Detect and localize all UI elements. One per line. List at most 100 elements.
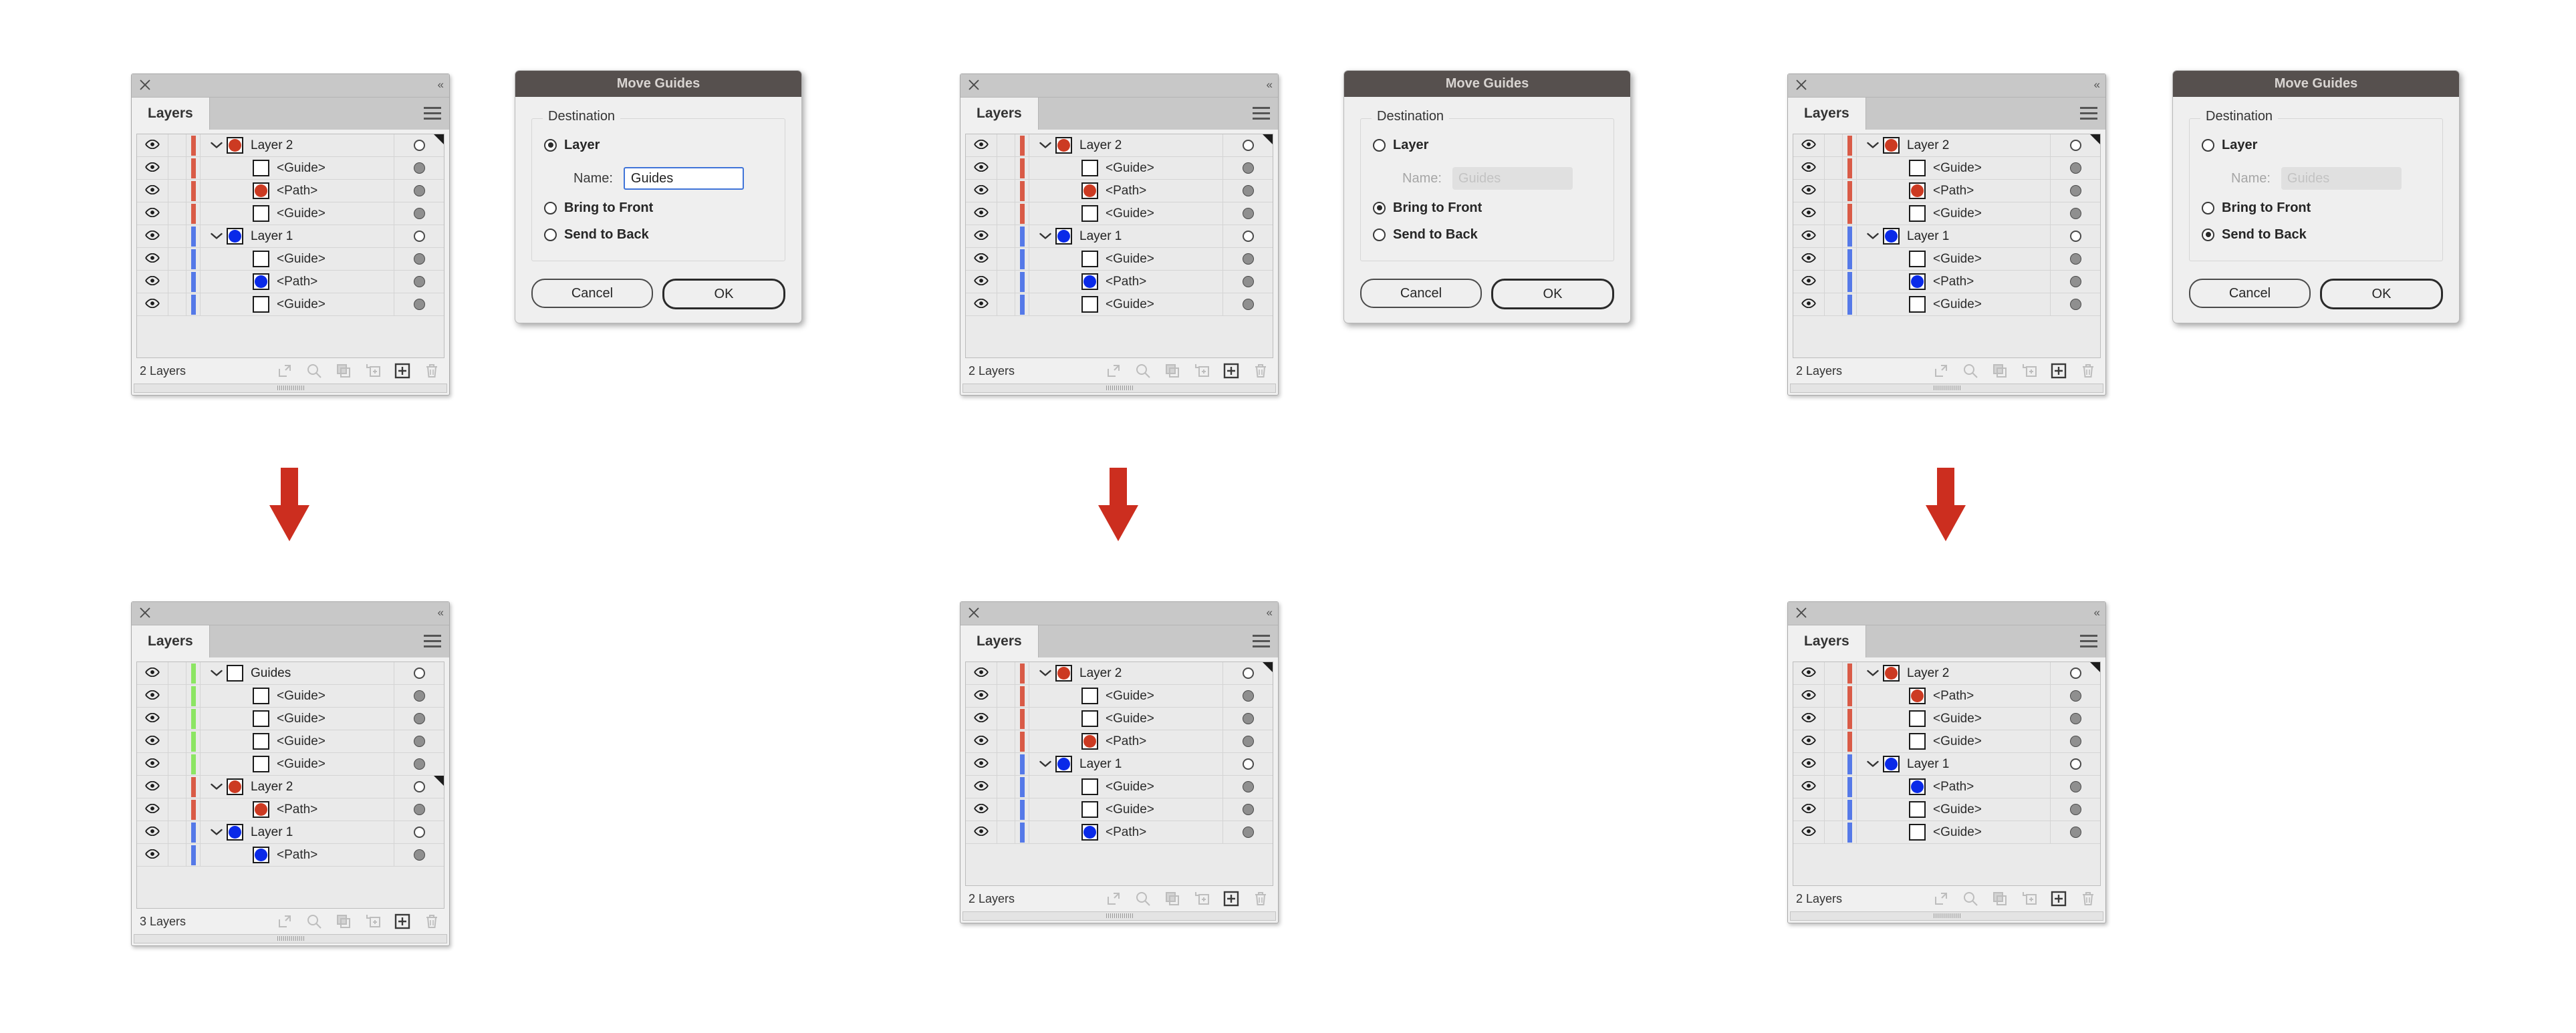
chevron-down-icon[interactable] (1035, 760, 1055, 768)
visibility-toggle-cell[interactable] (1793, 134, 1825, 156)
lock-toggle-cell[interactable] (168, 708, 186, 730)
target-circle-filled-icon[interactable] (2069, 690, 2081, 702)
lock-toggle-cell[interactable] (997, 180, 1015, 202)
chevron-down-icon[interactable] (1863, 670, 1883, 677)
row-body[interactable]: Layer 1 (1857, 753, 2050, 775)
scrollbar-grip[interactable] (1106, 913, 1133, 918)
layer-thumbnail[interactable] (1909, 273, 1926, 290)
collapse-panel-icon[interactable]: « (2094, 79, 2101, 91)
row-body[interactable]: <Guide> (1857, 708, 2050, 730)
target-circle-filled-icon[interactable] (2069, 736, 2081, 747)
radio-row[interactable]: Bring to Front (2202, 196, 2430, 219)
table-row[interactable]: <Guide> (966, 798, 1273, 821)
target-circle-hollow-icon[interactable] (1242, 231, 1254, 242)
layer-thumbnail[interactable] (227, 824, 243, 841)
row-body[interactable]: <Guide> (201, 685, 394, 707)
ok-button[interactable]: OK (2320, 279, 2443, 309)
layer-thumbnail[interactable] (227, 665, 243, 682)
target-circle-hollow-icon[interactable] (2069, 758, 2081, 770)
panel-menu-icon[interactable] (424, 635, 441, 648)
layer-thumbnail[interactable] (253, 182, 269, 199)
lock-toggle-cell[interactable] (997, 662, 1015, 684)
horizontal-scrollbar[interactable] (134, 384, 447, 393)
destination-send-to-back-radio[interactable] (1373, 228, 1386, 241)
table-row[interactable]: <Guide> (1793, 248, 2100, 271)
row-body[interactable]: <Path> (1857, 776, 2050, 798)
create-new-sublayer-icon[interactable] (365, 913, 381, 929)
locate-object-icon[interactable] (1962, 363, 1978, 379)
visibility-toggle-cell[interactable] (966, 180, 997, 202)
visibility-toggle-cell[interactable] (137, 225, 168, 247)
target-indicator-cell[interactable] (1222, 293, 1273, 315)
lock-toggle-cell[interactable] (997, 730, 1015, 752)
make-clipping-mask-icon[interactable] (1992, 891, 2008, 907)
row-body[interactable]: <Path> (1857, 271, 2050, 293)
target-indicator-cell[interactable] (1222, 798, 1273, 821)
create-new-layer-icon[interactable] (2051, 891, 2067, 907)
target-circle-filled-icon[interactable] (1242, 781, 1254, 792)
lock-toggle-cell[interactable] (1825, 730, 1843, 752)
make-clipping-mask-icon[interactable] (1992, 363, 2008, 379)
target-circle-hollow-icon[interactable] (413, 140, 425, 151)
lock-toggle-cell[interactable] (168, 157, 186, 179)
row-body[interactable]: <Path> (201, 798, 394, 821)
layer-thumbnail[interactable] (1909, 778, 1926, 795)
create-new-sublayer-icon[interactable] (1194, 891, 1210, 907)
delete-selection-icon[interactable] (1253, 363, 1269, 379)
row-body[interactable]: <Guide> (201, 157, 394, 179)
tab-layers[interactable]: Layers (960, 98, 1039, 130)
layer-thumbnail[interactable] (1883, 137, 1900, 154)
layer-thumbnail[interactable] (253, 688, 269, 704)
table-row[interactable]: <Path> (1793, 776, 2100, 798)
target-indicator-cell[interactable] (394, 202, 444, 225)
destination-layer-radio[interactable] (1373, 138, 1386, 152)
layer-thumbnail[interactable] (1909, 710, 1926, 727)
layer-thumbnail[interactable] (1081, 273, 1098, 290)
visibility-toggle-cell[interactable] (137, 180, 168, 202)
visibility-toggle-cell[interactable] (137, 844, 168, 866)
close-icon[interactable] (138, 78, 152, 92)
tab-layers[interactable]: Layers (1788, 98, 1866, 130)
table-row[interactable]: Layer 2 (966, 662, 1273, 685)
table-row[interactable]: <Guide> (966, 202, 1273, 225)
row-body[interactable]: <Guide> (201, 248, 394, 270)
close-icon[interactable] (967, 606, 981, 619)
target-circle-filled-icon[interactable] (2069, 781, 2081, 792)
row-body[interactable]: <Path> (1029, 730, 1222, 752)
lock-toggle-cell[interactable] (1825, 798, 1843, 821)
delete-selection-icon[interactable] (424, 363, 440, 379)
lock-toggle-cell[interactable] (1825, 821, 1843, 843)
cancel-button[interactable]: Cancel (1360, 279, 1482, 308)
row-body[interactable]: Layer 2 (1029, 134, 1222, 156)
table-row[interactable]: <Guide> (966, 293, 1273, 316)
lock-toggle-cell[interactable] (168, 753, 186, 775)
layer-thumbnail[interactable] (253, 710, 269, 727)
row-body[interactable]: <Guide> (201, 202, 394, 225)
target-indicator-cell[interactable] (2050, 662, 2100, 684)
layer-thumbnail[interactable] (1909, 824, 1926, 841)
destination-bring-to-front-radio[interactable] (1373, 201, 1386, 214)
target-indicator-cell[interactable] (2050, 685, 2100, 707)
row-body[interactable]: <Guide> (1029, 157, 1222, 179)
visibility-toggle-cell[interactable] (137, 753, 168, 775)
row-body[interactable]: <Guide> (1029, 776, 1222, 798)
visibility-toggle-cell[interactable] (966, 248, 997, 270)
layer-thumbnail[interactable] (1909, 296, 1926, 313)
lock-toggle-cell[interactable] (1825, 248, 1843, 270)
visibility-toggle-cell[interactable] (966, 202, 997, 225)
target-indicator-cell[interactable] (1222, 134, 1273, 156)
lock-toggle-cell[interactable] (1825, 753, 1843, 775)
target-circle-filled-icon[interactable] (2069, 827, 2081, 838)
chevron-down-icon[interactable] (1035, 233, 1055, 240)
row-body[interactable]: <Guide> (201, 753, 394, 775)
target-indicator-cell[interactable] (2050, 821, 2100, 843)
visibility-toggle-cell[interactable] (966, 662, 997, 684)
target-indicator-cell[interactable] (1222, 225, 1273, 247)
lock-toggle-cell[interactable] (168, 730, 186, 752)
table-row[interactable]: <Guide> (1793, 293, 2100, 316)
target-indicator-cell[interactable] (394, 821, 444, 843)
table-row[interactable]: <Path> (966, 730, 1273, 753)
make-clipping-mask-icon[interactable] (336, 363, 352, 379)
create-new-layer-icon[interactable] (394, 913, 410, 929)
target-circle-filled-icon[interactable] (413, 690, 425, 702)
